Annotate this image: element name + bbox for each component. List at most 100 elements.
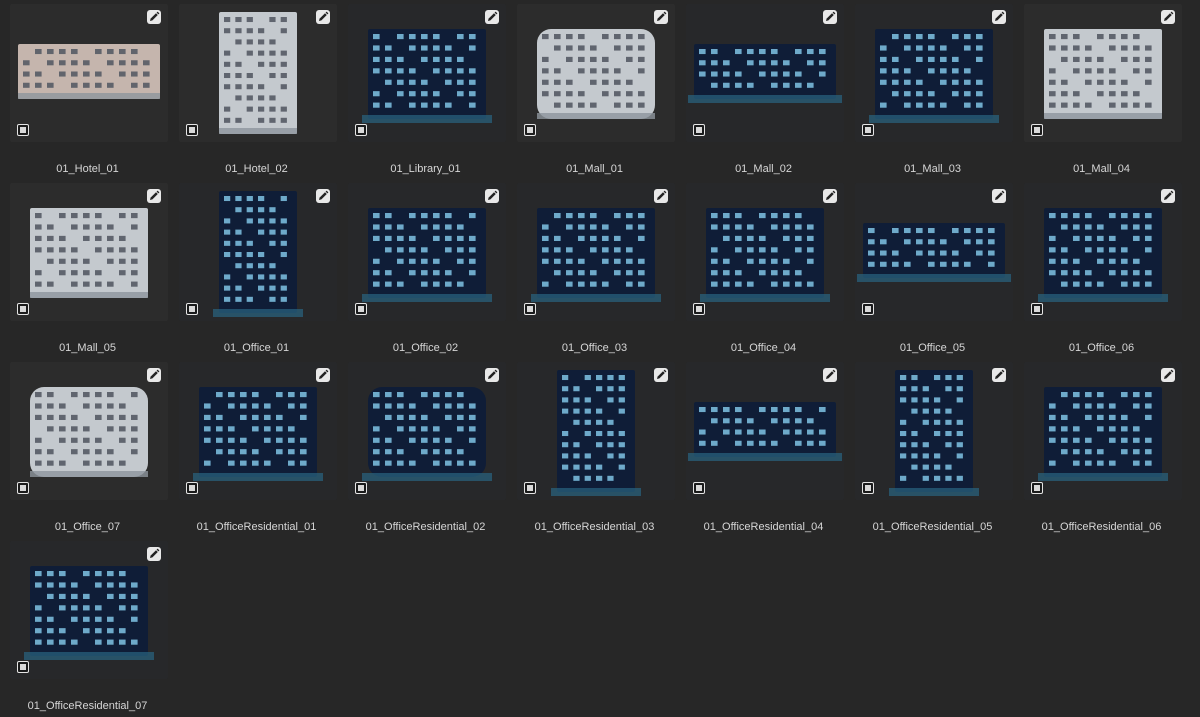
asset-thumbnail[interactable]	[348, 4, 506, 142]
building-preview-image	[1024, 4, 1182, 142]
pencil-icon[interactable]	[485, 368, 499, 382]
asset-thumbnail[interactable]	[686, 183, 844, 321]
pencil-icon[interactable]	[147, 368, 161, 382]
asset-tile[interactable]: 01_Office_05	[848, 179, 1017, 357]
asset-tile[interactable]: 01_Mall_04	[1017, 0, 1186, 178]
pencil-icon[interactable]	[147, 10, 161, 24]
asset-tile[interactable]: 01_Office_07	[3, 358, 172, 536]
checkbox-icon[interactable]	[693, 482, 705, 494]
asset-thumbnail[interactable]	[855, 4, 1013, 142]
building-preview-image	[179, 362, 337, 500]
pencil-icon[interactable]	[992, 189, 1006, 203]
checkbox-icon[interactable]	[186, 124, 198, 136]
asset-thumbnail[interactable]	[1024, 183, 1182, 321]
checkbox-icon[interactable]	[693, 303, 705, 315]
asset-label: 01_Mall_02	[735, 163, 792, 175]
pencil-icon[interactable]	[823, 10, 837, 24]
asset-tile[interactable]: 01_OfficeResidential_07	[3, 537, 172, 715]
asset-thumbnail[interactable]	[517, 183, 675, 321]
asset-thumbnail[interactable]	[179, 183, 337, 321]
asset-thumbnail[interactable]	[348, 183, 506, 321]
checkbox-icon[interactable]	[862, 482, 874, 494]
asset-thumbnail[interactable]	[10, 183, 168, 321]
asset-thumbnail[interactable]	[10, 541, 168, 679]
checkbox-icon[interactable]	[355, 482, 367, 494]
pencil-icon[interactable]	[1161, 368, 1175, 382]
asset-tile[interactable]: 01_OfficeResidential_01	[172, 358, 341, 536]
asset-thumbnail[interactable]	[1024, 362, 1182, 500]
pencil-icon[interactable]	[1161, 189, 1175, 203]
asset-tile[interactable]: 01_Hotel_01	[3, 0, 172, 178]
checkbox-icon[interactable]	[524, 482, 536, 494]
asset-tile[interactable]: 01_Library_01	[341, 0, 510, 178]
pencil-icon[interactable]	[485, 189, 499, 203]
checkbox-icon[interactable]	[355, 124, 367, 136]
asset-thumbnail[interactable]	[517, 4, 675, 142]
asset-thumbnail[interactable]	[855, 362, 1013, 500]
building-preview-image	[179, 4, 337, 142]
pencil-icon[interactable]	[654, 189, 668, 203]
asset-thumbnail[interactable]	[855, 183, 1013, 321]
checkbox-icon[interactable]	[1031, 482, 1043, 494]
building-preview-image	[517, 4, 675, 142]
asset-tile[interactable]: 01_OfficeResidential_03	[510, 358, 679, 536]
asset-tile[interactable]: 01_Office_04	[679, 179, 848, 357]
pencil-icon[interactable]	[992, 10, 1006, 24]
pencil-icon[interactable]	[147, 189, 161, 203]
checkbox-icon[interactable]	[1031, 124, 1043, 136]
asset-tile[interactable]: 01_Hotel_02	[172, 0, 341, 178]
pencil-icon[interactable]	[485, 10, 499, 24]
asset-tile[interactable]: 01_OfficeResidential_02	[341, 358, 510, 536]
asset-tile[interactable]: 01_Office_06	[1017, 179, 1186, 357]
checkbox-icon[interactable]	[1031, 303, 1043, 315]
asset-tile[interactable]: 01_Mall_02	[679, 0, 848, 178]
checkbox-icon[interactable]	[17, 661, 29, 673]
asset-tile[interactable]: 01_OfficeResidential_06	[1017, 358, 1186, 536]
checkbox-icon[interactable]	[17, 124, 29, 136]
pencil-icon[interactable]	[1161, 10, 1175, 24]
checkbox-icon[interactable]	[524, 303, 536, 315]
pencil-icon[interactable]	[316, 189, 330, 203]
checkbox-icon[interactable]	[186, 482, 198, 494]
checkbox-icon[interactable]	[355, 303, 367, 315]
asset-thumbnail[interactable]	[1024, 4, 1182, 142]
checkbox-icon[interactable]	[186, 303, 198, 315]
checkbox-icon[interactable]	[693, 124, 705, 136]
asset-thumbnail[interactable]	[686, 362, 844, 500]
pencil-icon[interactable]	[316, 368, 330, 382]
building-preview-image	[686, 362, 844, 500]
asset-thumbnail[interactable]	[517, 362, 675, 500]
checkbox-icon[interactable]	[524, 124, 536, 136]
pencil-icon[interactable]	[823, 368, 837, 382]
asset-thumbnail[interactable]	[10, 362, 168, 500]
asset-label: 01_Office_05	[899, 342, 966, 354]
pencil-icon[interactable]	[316, 10, 330, 24]
pencil-icon[interactable]	[823, 189, 837, 203]
asset-label: 01_Mall_01	[566, 163, 623, 175]
pencil-icon[interactable]	[654, 10, 668, 24]
asset-tile[interactable]: 01_Office_01	[172, 179, 341, 357]
checkbox-icon[interactable]	[17, 303, 29, 315]
pencil-icon[interactable]	[992, 368, 1006, 382]
asset-tile[interactable]: 01_OfficeResidential_04	[679, 358, 848, 536]
asset-tile[interactable]: 01_Mall_01	[510, 0, 679, 178]
asset-label: 01_OfficeResidential_06	[1041, 521, 1162, 533]
asset-thumbnail[interactable]	[348, 362, 506, 500]
asset-thumbnail[interactable]	[179, 4, 337, 142]
building-preview-image	[348, 362, 506, 500]
building-preview-image	[517, 362, 675, 500]
pencil-icon[interactable]	[654, 368, 668, 382]
pencil-icon[interactable]	[147, 547, 161, 561]
asset-label: 01_Library_01	[390, 163, 461, 175]
asset-thumbnail[interactable]	[179, 362, 337, 500]
asset-tile[interactable]: 01_Mall_05	[3, 179, 172, 357]
asset-thumbnail[interactable]	[686, 4, 844, 142]
asset-tile[interactable]: 01_OfficeResidential_05	[848, 358, 1017, 536]
asset-tile[interactable]: 01_Mall_03	[848, 0, 1017, 178]
asset-thumbnail[interactable]	[10, 4, 168, 142]
asset-tile[interactable]: 01_Office_02	[341, 179, 510, 357]
asset-tile[interactable]: 01_Office_03	[510, 179, 679, 357]
checkbox-icon[interactable]	[862, 303, 874, 315]
checkbox-icon[interactable]	[862, 124, 874, 136]
checkbox-icon[interactable]	[17, 482, 29, 494]
